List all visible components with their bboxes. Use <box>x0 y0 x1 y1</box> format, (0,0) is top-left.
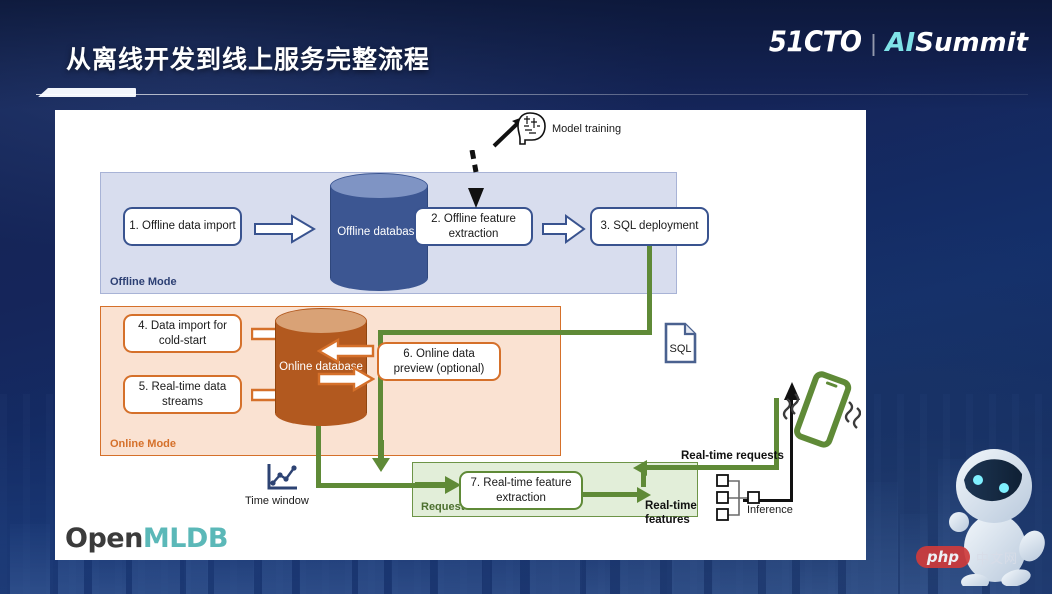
connector-requests-horizontal <box>641 465 779 470</box>
openmldb-open-text: Open <box>65 523 143 554</box>
step-1-label: 1. Offline data import <box>129 220 236 233</box>
step-3-label: 3. SQL deployment <box>600 220 699 233</box>
diagram-panel: Offline Mode Online Mode Request Mode 1.… <box>55 110 866 560</box>
brand-logo: 51CTO | AISummit <box>768 26 1028 60</box>
brand-summit-text: Summit <box>915 28 1028 58</box>
arrow-into-step7-left <box>415 476 461 494</box>
brand-ai-text: AI <box>885 28 916 58</box>
arrow-model-training-down <box>468 150 484 208</box>
step-3-sql-deployment[interactable]: 3. SQL deployment <box>590 207 709 246</box>
title-accent-tab <box>38 88 136 97</box>
workflow-diagram: Offline Mode Online Mode Request Mode 1.… <box>55 110 866 560</box>
openmldb-logo: OpenMLDB <box>65 523 228 554</box>
connector-sql-deploy-vertical <box>647 246 652 334</box>
watermark-cn-text: 中文网 <box>975 550 1018 566</box>
connector-sql-deploy-horizontal <box>378 330 652 335</box>
step-7-label: 7. Real-time feature extraction <box>470 477 572 504</box>
step-2-offline-feature-extraction[interactable]: 2. Offline feature extraction <box>414 207 533 246</box>
brand-51cto-text: 51CTO <box>768 26 862 60</box>
step-5-realtime-data-streams[interactable]: 5. Real-time data streams <box>123 375 242 414</box>
openmldb-mldb-text: MLDB <box>142 523 229 554</box>
time-window-label: Time window <box>245 495 309 507</box>
arrow-step2-to-step3 <box>542 214 586 244</box>
inference-label: Inference <box>747 504 793 516</box>
time-window-chart-icon <box>267 464 297 490</box>
title-divider <box>36 94 1028 95</box>
sql-file-text: SQL <box>669 343 691 355</box>
arrow-preview-to-onlinedb <box>317 338 375 364</box>
sql-file-icon: SQL <box>664 322 697 364</box>
arrow-requests-into-zone <box>633 460 647 476</box>
step-4-data-import-cold-start[interactable]: 4. Data import for cold-start <box>123 314 242 353</box>
step-1-offline-data-import[interactable]: 1. Offline data import <box>123 207 242 246</box>
arrow-step1-to-offlinedb <box>254 214 316 244</box>
slide-background: 从离线开发到线上服务完整流程 51CTO | AISummit Offline … <box>0 0 1052 594</box>
connector-onlinedb-horizontal <box>316 483 420 488</box>
offline-db-top <box>330 173 428 199</box>
realtime-requests-label: Real-time requests <box>681 450 784 462</box>
arrow-onlinedb-to-preview <box>317 366 375 392</box>
step-5-label: 5. Real-time data streams <box>138 381 227 408</box>
watermark: php 中文网 <box>915 546 1018 568</box>
watermark-php-text: php <box>915 546 970 568</box>
realtime-features-label: Real-time features <box>645 500 697 526</box>
mobile-phone-icon <box>782 371 861 448</box>
step-2-label: 2. Offline feature extraction <box>431 213 516 240</box>
online-db-top <box>275 308 367 334</box>
step-6-label: 6. Online data preview (optional) <box>393 348 485 375</box>
page-title: 从离线开发到线上服务完整流程 <box>66 45 431 74</box>
offline-mode-label: Offline Mode <box>110 276 177 288</box>
arrow-into-step7-top <box>372 440 390 472</box>
step-7-realtime-feature-extraction[interactable]: 7. Real-time feature extraction <box>459 471 583 510</box>
brand-separator: | <box>870 29 877 56</box>
step-6-online-data-preview[interactable]: 6. Online data preview (optional) <box>377 342 501 381</box>
model-training-label: Model training <box>552 123 622 135</box>
online-mode-label: Online Mode <box>110 438 176 450</box>
brain-head-icon <box>517 112 546 145</box>
connector-features-out <box>583 492 643 497</box>
step-4-label: 4. Data import for cold-start <box>138 320 227 347</box>
